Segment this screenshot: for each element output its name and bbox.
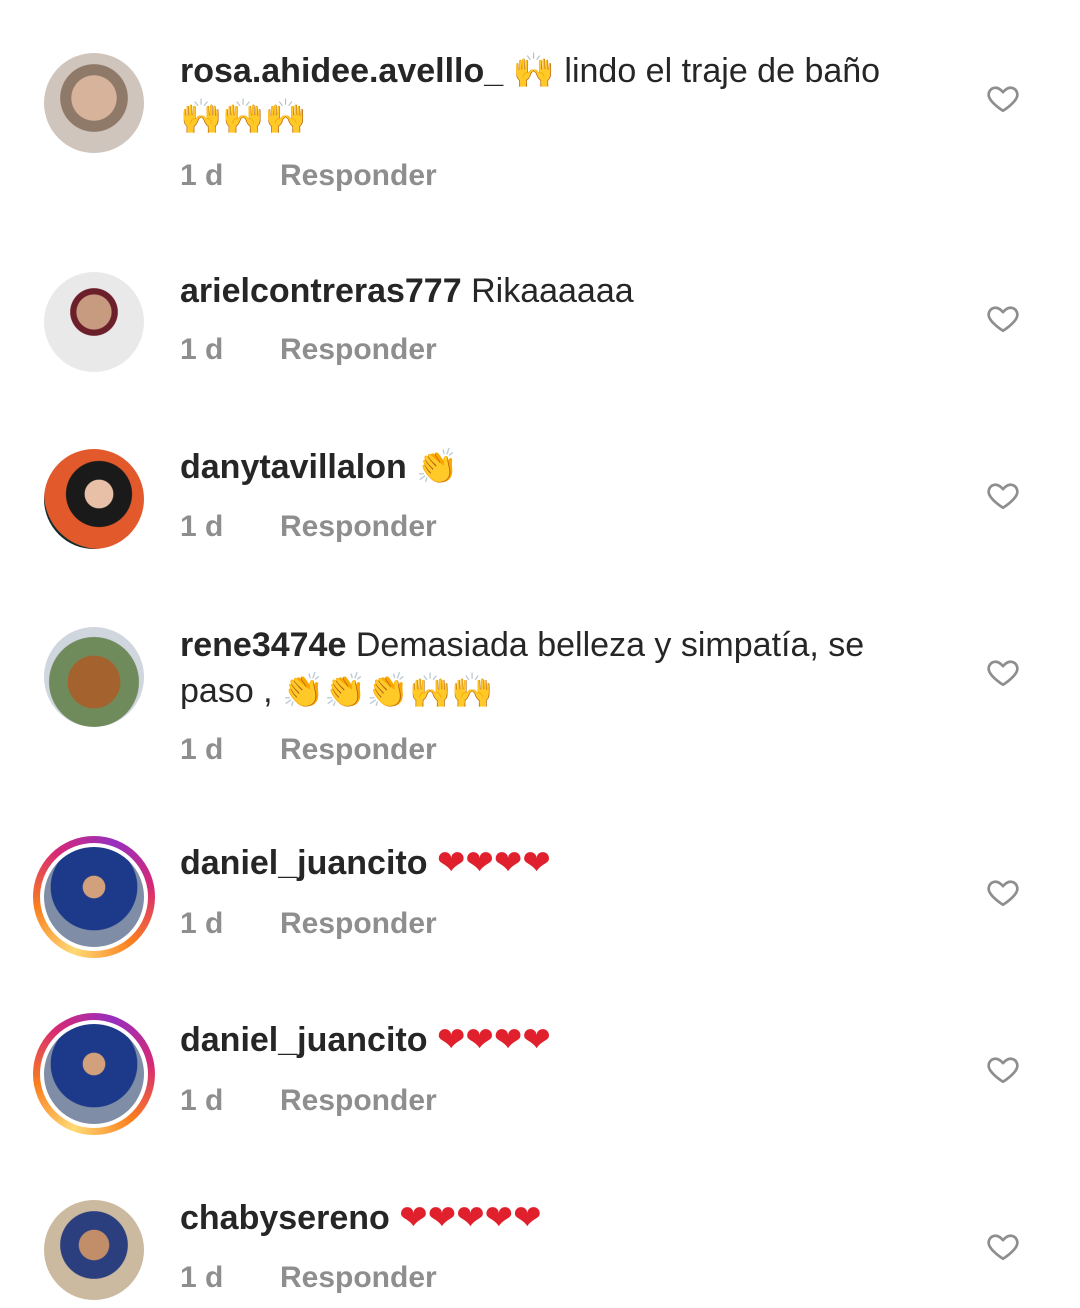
- comment-username[interactable]: daniel_juancito: [180, 844, 428, 882]
- comment-meta: 1 d Responder: [180, 1260, 437, 1296]
- avatar-image: [44, 449, 144, 549]
- comment-username[interactable]: rosa.ahidee.avelllo_: [180, 52, 503, 90]
- heart-outline-icon[interactable]: [986, 1229, 1020, 1263]
- comment-meta: 1 d Responder: [180, 906, 437, 942]
- comment-time: 1 d: [180, 333, 224, 366]
- avatar-with-story-ring[interactable]: [33, 836, 155, 958]
- reply-button[interactable]: Responder: [280, 509, 437, 545]
- avatar[interactable]: [44, 627, 144, 727]
- comment-text: ❤❤❤❤: [427, 844, 551, 882]
- reply-button[interactable]: Responder: [280, 906, 437, 942]
- comment-body: danytavillalon 👏: [180, 444, 910, 490]
- avatar-image: [44, 272, 144, 372]
- comment-time: 1 d: [180, 907, 224, 940]
- reply-button[interactable]: Responder: [280, 732, 437, 768]
- comment-time: 1 d: [180, 159, 224, 192]
- comment-username[interactable]: daniel_juancito: [180, 1021, 428, 1059]
- avatar-image: [44, 627, 144, 727]
- comment-body: chabysereno ❤❤❤❤❤: [180, 1195, 910, 1241]
- heart-outline-icon[interactable]: [986, 478, 1020, 512]
- comment-username[interactable]: danytavillalon: [180, 448, 407, 486]
- comment-username[interactable]: rene3474e: [180, 626, 346, 664]
- comment-meta: 1 d Responder: [180, 158, 437, 194]
- comment-body: arielcontreras777 Rikaaaaaa: [180, 268, 910, 314]
- reply-button[interactable]: Responder: [280, 158, 437, 194]
- comment-time: 1 d: [180, 1084, 224, 1117]
- comment-text: 👏: [406, 448, 459, 486]
- heart-outline-icon[interactable]: [986, 81, 1020, 115]
- comment-body: rene3474e Demasiada belleza y simpatía, …: [180, 622, 910, 714]
- avatar-image: [44, 1200, 144, 1300]
- comment-username[interactable]: chabysereno: [180, 1199, 390, 1237]
- comment-body: daniel_juancito ❤❤❤❤: [180, 1017, 910, 1063]
- reply-button[interactable]: Responder: [280, 1260, 437, 1296]
- avatar[interactable]: [44, 449, 144, 549]
- avatar[interactable]: [44, 1200, 144, 1300]
- comment-meta: 1 d Responder: [180, 332, 437, 368]
- avatar-image: [44, 53, 144, 153]
- avatar-with-story-ring[interactable]: [33, 1013, 155, 1135]
- heart-outline-icon[interactable]: [986, 655, 1020, 689]
- heart-outline-icon[interactable]: [986, 1052, 1020, 1086]
- comment-meta: 1 d Responder: [180, 1083, 437, 1119]
- avatar[interactable]: [44, 272, 144, 372]
- comment-text: ❤❤❤❤: [427, 1021, 551, 1059]
- comment-meta: 1 d Responder: [180, 732, 437, 768]
- avatar-image: [40, 843, 148, 951]
- comment-text: ❤❤❤❤❤: [389, 1199, 542, 1237]
- reply-button[interactable]: Responder: [280, 332, 437, 368]
- comment-time: 1 d: [180, 510, 224, 543]
- heart-outline-icon[interactable]: [986, 875, 1020, 909]
- comment-username[interactable]: arielcontreras777: [180, 272, 462, 310]
- comment-time: 1 d: [180, 1261, 224, 1294]
- heart-outline-icon[interactable]: [986, 301, 1020, 335]
- comment-time: 1 d: [180, 733, 224, 766]
- reply-button[interactable]: Responder: [280, 1083, 437, 1119]
- comment-text: Rikaaaaaa: [461, 272, 634, 310]
- comment-body: daniel_juancito ❤❤❤❤: [180, 840, 910, 886]
- comment-meta: 1 d Responder: [180, 509, 437, 545]
- avatar[interactable]: [44, 53, 144, 153]
- avatar-image: [40, 1020, 148, 1128]
- comment-body: rosa.ahidee.avelllo_ 🙌 lindo el traje de…: [180, 48, 910, 140]
